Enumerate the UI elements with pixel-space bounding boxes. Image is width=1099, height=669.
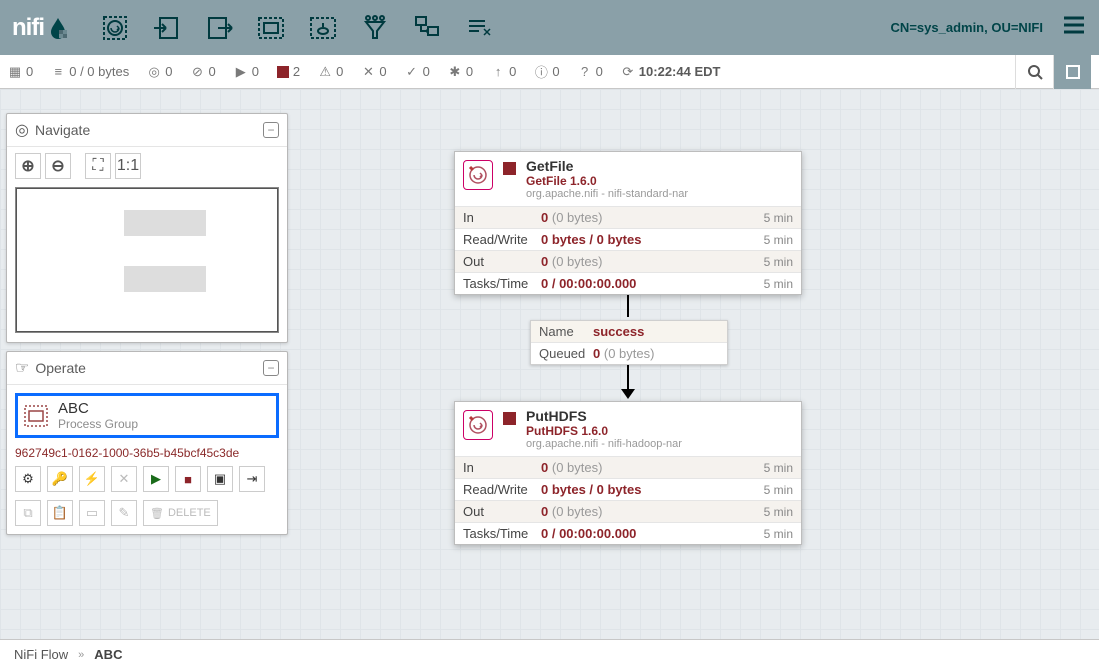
breadcrumb: NiFi Flow » ABC [0, 639, 1099, 669]
global-menu-icon[interactable] [1061, 12, 1087, 43]
refresh-icon: ⟳ [621, 65, 635, 79]
stopped-status-icon [503, 412, 516, 425]
top-toolbar: nifi CN=sys_admin, OU=NIFI [0, 0, 1099, 55]
navigate-title: Navigate [35, 122, 263, 138]
selected-name: ABC [58, 400, 138, 417]
search-button[interactable] [1015, 55, 1053, 89]
stat-disabled: ✕0 [361, 64, 386, 79]
stopped-icon [277, 66, 289, 78]
stat-unknown: ?0 [578, 64, 603, 79]
stat-transmit-off: ⊘0 [190, 64, 215, 79]
hand-icon: ☞ [15, 358, 29, 378]
transmit-on-icon: ◎ [147, 65, 161, 79]
droplet-icon [46, 16, 70, 40]
stat-refresh: ⟳10:22:44 EDT [621, 64, 721, 79]
stat-transmit-on: ◎0 [147, 64, 172, 79]
template-upload-button[interactable]: ⇥ [239, 466, 265, 492]
operate-actions: ⚙ 🔑 ⚡ ✕ ▶ ■ ▣ ⇥ [7, 466, 287, 500]
processor-bundle: org.apache.nifi - nifi-standard-nar [526, 188, 688, 200]
add-processor-icon[interactable] [98, 11, 132, 45]
stat-queue: ≡0 / 0 bytes [51, 64, 129, 79]
connection-label[interactable]: Namesuccess Queued0 (0 bytes) [530, 320, 728, 365]
stat-stopped: 2 [277, 64, 300, 79]
paste-button: 📋 [47, 500, 73, 526]
stop-button[interactable]: ■ [175, 466, 201, 492]
stopped-status-icon [503, 162, 516, 175]
add-template-icon[interactable] [410, 11, 444, 45]
running-icon: ▶ [234, 65, 248, 79]
stat-invalid: ⚠0 [318, 64, 343, 79]
breadcrumb-separator: » [78, 649, 84, 661]
syncfail-icon: ⓘ [534, 65, 548, 79]
processor-getfile[interactable]: GetFile GetFile 1.6.0 org.apache.nifi - … [454, 151, 802, 295]
stale-icon: ↑ [491, 65, 505, 79]
add-output-port-icon[interactable] [202, 11, 236, 45]
disable-button: ✕ [111, 466, 137, 492]
breadcrumb-root[interactable]: NiFi Flow [14, 647, 68, 662]
processor-puthdfs[interactable]: PutHDFS PutHDFS 1.6.0 org.apache.nifi - … [454, 401, 802, 545]
transmit-off-icon: ⊘ [190, 65, 204, 79]
process-group-icon [22, 402, 50, 430]
stat-local-mod: ✱0 [448, 64, 473, 79]
copy-button: ⧉ [15, 500, 41, 526]
selected-uuid: 962749c1-0162-1000-36b5-b45bcf45c3de [7, 446, 287, 466]
navigate-panel: ◎ Navigate − ⊕ ⊖ ⛶ 1:1 [6, 113, 288, 343]
flow-canvas[interactable]: ◎ Navigate − ⊕ ⊖ ⛶ 1:1 ☞ Operate − [0, 89, 1099, 639]
invalid-icon: ⚠ [318, 65, 332, 79]
queue-icon: ≡ [51, 65, 65, 79]
start-button[interactable]: ▶ [143, 466, 169, 492]
uptodate-icon: ✓ [405, 65, 419, 79]
processor-bundle: org.apache.nifi - nifi-hadoop-nar [526, 438, 682, 450]
operate-title: Operate [35, 360, 263, 376]
bulletin-button[interactable] [1053, 55, 1091, 89]
processor-icon [463, 410, 493, 440]
operate-panel: ☞ Operate − ABC Process Group 962749c1-0… [6, 351, 288, 535]
stat-uptodate: ✓0 [405, 64, 430, 79]
zoom-in-button[interactable]: ⊕ [15, 153, 41, 179]
enable-button: ⚡ [79, 466, 105, 492]
add-remote-process-group-icon[interactable] [306, 11, 340, 45]
add-input-port-icon[interactable] [150, 11, 184, 45]
policies-button[interactable]: 🔑 [47, 466, 73, 492]
selected-component: ABC Process Group [15, 393, 279, 438]
current-user: CN=sys_admin, OU=NIFI [891, 20, 1043, 35]
processor-name: GetFile [526, 158, 688, 174]
collapse-operate-icon[interactable]: − [263, 360, 279, 376]
selected-type: Process Group [58, 417, 138, 431]
add-process-group-icon[interactable] [254, 11, 288, 45]
unknown-icon: ? [578, 65, 592, 79]
add-label-icon[interactable] [462, 11, 496, 45]
breadcrumb-current: ABC [94, 647, 122, 662]
flow-status-bar: ▦0 ≡0 / 0 bytes ◎0 ⊘0 ▶0 2 ⚠0 ✕0 ✓0 ✱0 ↑… [0, 55, 1099, 89]
zoom-actual-button[interactable]: 1:1 [115, 153, 141, 179]
processor-type: PutHDFS 1.6.0 [526, 424, 682, 438]
collapse-navigate-icon[interactable]: − [263, 122, 279, 138]
disabled-icon: ✕ [361, 65, 375, 79]
add-funnel-icon[interactable] [358, 11, 392, 45]
target-icon: ◎ [15, 120, 29, 140]
color-button: ✎ [111, 500, 137, 526]
component-toolbar [98, 11, 496, 45]
template-create-button[interactable]: ▣ [207, 466, 233, 492]
processor-name: PutHDFS [526, 408, 682, 424]
local-mod-icon: ✱ [448, 65, 462, 79]
stat-stale: ↑0 [491, 64, 516, 79]
stat-running: ▶0 [234, 64, 259, 79]
nifi-logo: nifi [12, 14, 70, 42]
delete-button: 🗑 DELETE [143, 500, 218, 526]
processor-icon [463, 160, 493, 190]
zoom-fit-button[interactable]: ⛶ [85, 153, 111, 179]
stat-groups: ▦0 [8, 64, 33, 79]
configure-button[interactable]: ⚙ [15, 466, 41, 492]
processor-type: GetFile 1.6.0 [526, 174, 688, 188]
group-button: ▭ [79, 500, 105, 526]
zoom-out-button[interactable]: ⊖ [45, 153, 71, 179]
stat-syncfail: ⓘ0 [534, 64, 559, 79]
groups-icon: ▦ [8, 65, 22, 79]
minimap[interactable] [15, 187, 279, 333]
